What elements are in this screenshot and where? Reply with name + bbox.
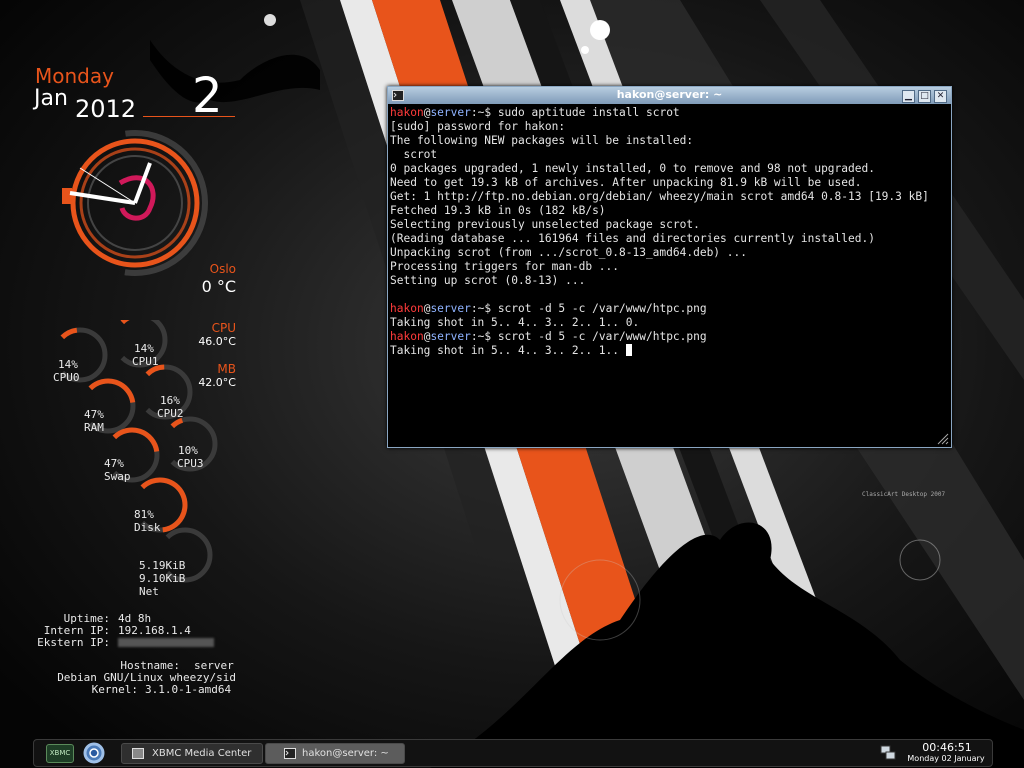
close-button[interactable]: ✕ [934, 90, 947, 103]
maximize-button[interactable]: □ [918, 90, 931, 103]
prompt-tail: :~$ [470, 106, 498, 119]
net-up: 9.10KiB [139, 572, 186, 585]
meter-cpu3-label: CPU3 [177, 457, 204, 470]
output-line: (Reading database ... 161964 files and d… [390, 232, 875, 245]
meter-swap-ring [112, 427, 160, 452]
terminal-icon [284, 748, 296, 759]
terminal-window[interactable]: hakon@server: ~ ▁ □ ✕ hakon@server:~$ su… [387, 86, 952, 448]
terminal-title: hakon@server: ~ [616, 88, 723, 101]
output-line: scrot [390, 148, 438, 161]
prompt-user: hakon [390, 106, 424, 119]
kernel-value: 3.1.0-1-amd64 [145, 683, 232, 696]
output-line: Fetched 19.3 kB in 0s (182 kB/s) [390, 204, 606, 217]
conky-day: Monday [35, 64, 114, 88]
meter-cpu0-ring [60, 327, 78, 340]
task-label: XBMC Media Center [152, 748, 252, 759]
xbmc-launcher-icon[interactable]: XBMC [46, 744, 74, 763]
command-line: scrot -d 5 -c /var/www/htpc.png [497, 302, 707, 315]
meter-cpu3-ring [170, 417, 184, 429]
meter-cpu2-value: 16% [160, 394, 180, 407]
task-terminal[interactable]: hakon@server: ~ [265, 743, 405, 764]
meter-disk-value: 81% [134, 508, 154, 521]
meter-cpu0-label: CPU0 [53, 371, 80, 384]
meter-cpu3-value: 10% [178, 444, 198, 457]
wallpaper-credit: ClassicArt Desktop 2007 [862, 491, 946, 498]
taskbar: XBMC XBMC Media Center hakon@server: ~ 0… [33, 739, 993, 767]
meter-cpu1-ring [120, 320, 130, 325]
meter-ram-value: 47% [84, 408, 104, 421]
clock-time[interactable]: 00:46:51 [912, 741, 982, 754]
meter-cpu1-label: CPU1 [132, 355, 159, 368]
conky-clock [62, 130, 208, 276]
net-down: 5.19KiB [139, 559, 186, 572]
prompt-user: hakon [390, 302, 424, 315]
conky-month: Jan [34, 86, 68, 111]
output-line: Need to get 19.3 kB of archives. After u… [390, 176, 862, 189]
terminal-output[interactable]: hakon@server:~$ sudo aptitude install sc… [390, 106, 949, 444]
task-label: hakon@server: ~ [302, 748, 389, 759]
kernel-label: Kernel: [91, 683, 138, 696]
network-tray-icon[interactable] [880, 745, 896, 761]
meter-cpu2-ring [145, 364, 165, 377]
weather-temp: 0 °C [201, 277, 236, 296]
output-line: 0 packages upgraded, 1 newly installed, … [390, 162, 875, 175]
output-line: Taking shot in 5.. 4.. 3.. 2.. 1.. [390, 344, 626, 357]
output-line: The following NEW packages will be insta… [390, 134, 694, 147]
clock-date[interactable]: Monday 02 January [896, 754, 996, 763]
meter-cpu0-value: 14% [58, 358, 78, 371]
meter-disk-label: Disk [134, 521, 161, 534]
chromium-launcher-icon[interactable] [82, 741, 106, 765]
meter-ram-label: RAM [84, 421, 104, 434]
window-icon [132, 748, 144, 759]
minimize-button[interactable]: ▁ [902, 90, 915, 103]
prompt-user: hakon [390, 330, 424, 343]
meter-cpu1-value: 14% [134, 342, 154, 355]
resize-grip-icon[interactable] [935, 431, 949, 445]
prompt-tail: :~$ [470, 302, 498, 315]
output-line: Selecting previously unselected package … [390, 218, 700, 231]
ekstern-ip-redacted [118, 638, 214, 647]
meter-swap-value: 47% [104, 457, 124, 470]
conky-year: 2012 [75, 95, 137, 123]
output-line: [sudo] password for hakon: [390, 120, 566, 133]
net-label: Net [139, 585, 159, 598]
prompt-host: server [430, 302, 471, 315]
weather-city: Oslo [209, 262, 236, 276]
ekstern-ip-label: Ekstern IP: [37, 636, 110, 649]
intern-ip-value: 192.168.1.4 [118, 624, 191, 637]
meter-cpu2-label: CPU2 [157, 407, 184, 420]
output-line: Unpacking scrot (from .../scrot_0.8-13_a… [390, 246, 747, 259]
command-line: scrot -d 5 -c /var/www/htpc.png [497, 330, 707, 343]
terminal-cursor [625, 344, 632, 356]
prompt-host: server [430, 330, 471, 343]
date-underline [143, 116, 235, 117]
meter-ram-ring [88, 378, 136, 403]
meter-swap-label: Swap [104, 470, 131, 483]
command-line: sudo aptitude install scrot [497, 106, 680, 119]
output-line: Get: 1 http://ftp.no.debian.org/debian/ … [390, 190, 929, 203]
output-line: Setting up scrot (0.8-13) ... [390, 274, 586, 287]
output-line: Processing triggers for man-db ... [390, 260, 620, 273]
prompt-tail: :~$ [470, 330, 498, 343]
prompt-host: server [430, 106, 471, 119]
task-xbmc-media-center[interactable]: XBMC Media Center [121, 743, 263, 764]
terminal-titlebar[interactable]: hakon@server: ~ ▁ □ ✕ [388, 87, 951, 104]
output-line: Taking shot in 5.. 4.. 3.. 2.. 1.. 0. [390, 316, 640, 329]
